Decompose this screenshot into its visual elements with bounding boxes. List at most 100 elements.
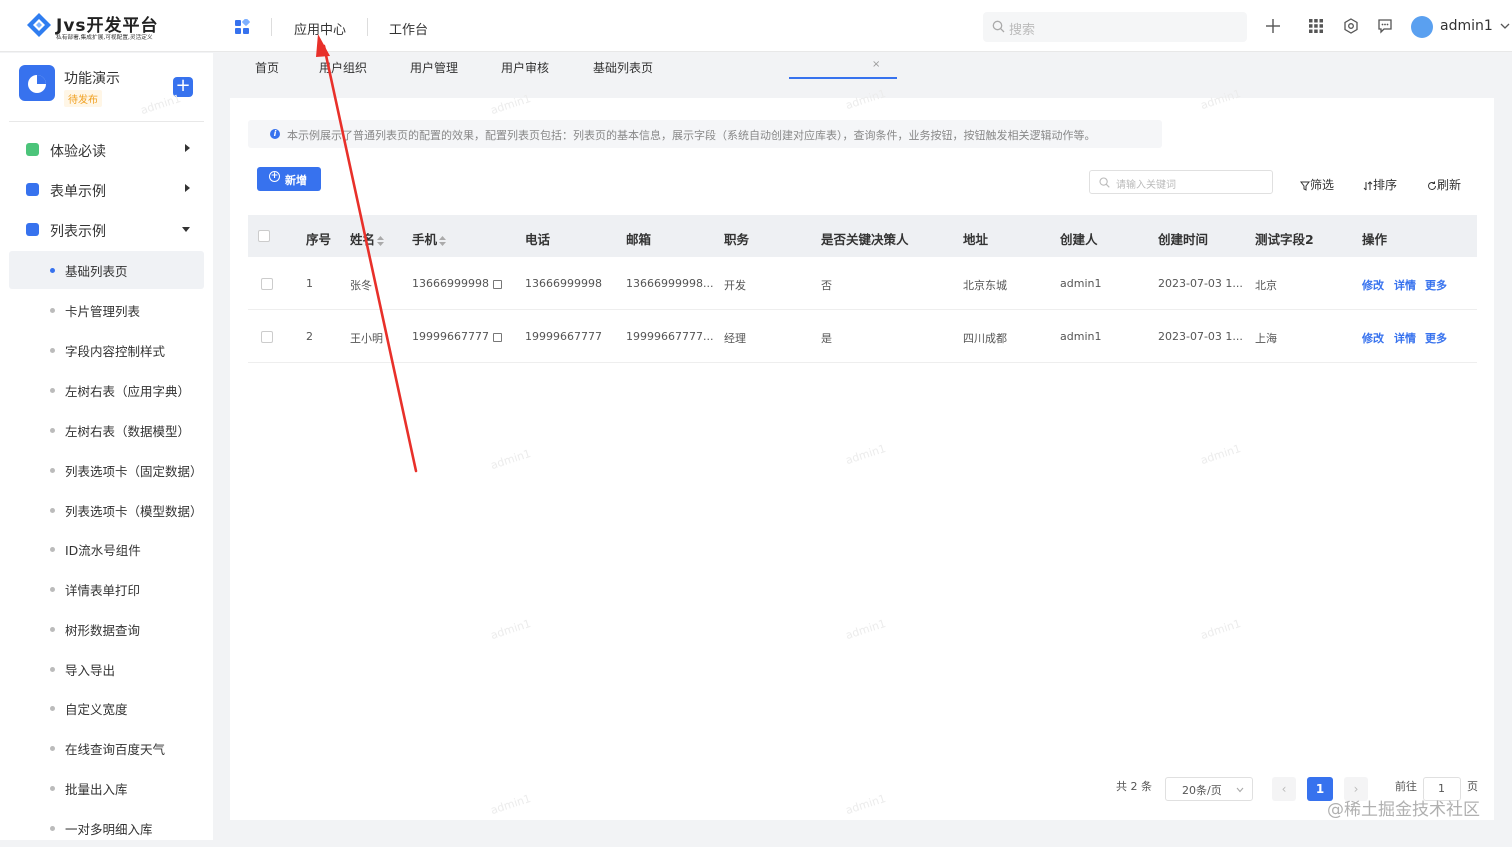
sidebar-divider bbox=[9, 121, 204, 122]
page-tabs: 首页 用户组织 用户管理 用户审核 基础列表页 × bbox=[213, 53, 1512, 81]
col-actions: 操作 bbox=[1362, 232, 1388, 247]
detail-link[interactable]: 详情 bbox=[1394, 277, 1416, 293]
plus-icon[interactable] bbox=[1265, 18, 1281, 34]
detail-link[interactable]: 详情 bbox=[1394, 330, 1416, 346]
filter-icon bbox=[1300, 181, 1310, 191]
sort-caret-icon bbox=[377, 235, 385, 246]
tab-home[interactable]: 首页 bbox=[255, 59, 279, 76]
sidebar-item-tree-query[interactable]: 树形数据查询 bbox=[9, 610, 204, 648]
sidebar-item-label: 列表选项卡（模型数据） bbox=[65, 504, 203, 519]
sort-button[interactable]: 排序 bbox=[1363, 176, 1397, 193]
page-size-select[interactable]: 20条/页 bbox=[1165, 777, 1253, 801]
message-icon[interactable] bbox=[1377, 18, 1393, 34]
copy-icon[interactable] bbox=[492, 332, 502, 342]
sidebar-item-tree-dict[interactable]: 左树右表（应用字典） bbox=[9, 371, 204, 409]
cell-created: 2023-07-03 1... bbox=[1158, 277, 1243, 290]
tab-user-review[interactable]: 用户审核 bbox=[501, 59, 549, 76]
sidebar-item-field-style[interactable]: 字段内容控制样式 bbox=[9, 331, 204, 369]
more-link[interactable]: 更多 bbox=[1425, 330, 1447, 346]
cell-test2: 北京 bbox=[1255, 279, 1277, 292]
table-row[interactable]: 1 张冬 13666999998 13666999998 13666999998… bbox=[248, 257, 1477, 310]
bullet-icon bbox=[50, 308, 55, 313]
edit-link[interactable]: 修改 bbox=[1362, 330, 1384, 346]
select-all-checkbox[interactable] bbox=[258, 230, 270, 242]
col-test2: 测试字段2 bbox=[1255, 232, 1314, 247]
gear-icon[interactable] bbox=[1343, 18, 1359, 34]
bullet-icon bbox=[50, 468, 55, 473]
bullet-icon bbox=[50, 508, 55, 513]
cell-title: 开发 bbox=[724, 279, 746, 292]
edit-link[interactable]: 修改 bbox=[1362, 277, 1384, 293]
sidebar-group-form-examples[interactable]: 表单示例 bbox=[9, 171, 204, 209]
app-switch-icon[interactable] bbox=[234, 19, 250, 35]
user-menu[interactable]: admin1 bbox=[1440, 18, 1510, 34]
sidebar-item-label: 自定义宽度 bbox=[65, 702, 128, 717]
nav-divider bbox=[367, 18, 368, 36]
logo[interactable]: Jvs开发平台 私有部署,集成扩展,可视配置,灵活定义 bbox=[26, 10, 186, 44]
add-button[interactable]: + 新增 bbox=[257, 167, 321, 191]
top-bar: Jvs开发平台 私有部署,集成扩展,可视配置,灵活定义 应用中心 工作台 搜索 … bbox=[0, 0, 1512, 52]
row-checkbox[interactable] bbox=[261, 331, 273, 343]
close-icon[interactable]: × bbox=[872, 59, 880, 70]
tab-user-manage[interactable]: 用户管理 bbox=[410, 59, 458, 76]
sidebar-item-label: 列表选项卡（固定数据） bbox=[65, 464, 203, 479]
sidebar-item-tabs-model[interactable]: 列表选项卡（模型数据） bbox=[9, 491, 204, 529]
sidebar-item-card-list[interactable]: 卡片管理列表 bbox=[9, 291, 204, 329]
app-name: 功能演示 bbox=[64, 71, 120, 87]
bullet-icon bbox=[50, 587, 55, 592]
prev-page-button[interactable]: ‹ bbox=[1272, 777, 1296, 801]
filter-button[interactable]: 筛选 bbox=[1300, 176, 1334, 193]
sidebar-item-one-to-many[interactable]: 一对多明细入库 bbox=[9, 809, 204, 847]
page-size-value: 20条/页 bbox=[1182, 784, 1222, 797]
tab-basic-list[interactable]: 基础列表页 bbox=[593, 59, 653, 76]
chevron-down-icon bbox=[1500, 23, 1510, 29]
col-title: 职务 bbox=[724, 232, 750, 247]
sidebar-item-custom-width[interactable]: 自定义宽度 bbox=[9, 689, 204, 727]
watermark: admin1 bbox=[1199, 441, 1243, 468]
chevron-right-icon bbox=[185, 144, 190, 152]
col-key-decision: 是否关键决策人 bbox=[821, 232, 909, 247]
nav-app-center[interactable]: 应用中心 bbox=[294, 19, 346, 38]
sidebar-item-import-export[interactable]: 导入导出 bbox=[9, 650, 204, 688]
copy-icon[interactable] bbox=[492, 279, 502, 289]
global-search-input[interactable]: 搜索 bbox=[983, 12, 1247, 42]
watermark: admin1 bbox=[489, 791, 533, 818]
sidebar-item-tree-model[interactable]: 左树右表（数据模型） bbox=[9, 411, 204, 449]
info-notice: i 本示例展示了普通列表页的配置的效果，配置列表页包括：列表页的基本信息，展示字… bbox=[248, 120, 1162, 148]
col-mobile-label: 手机 bbox=[412, 232, 438, 247]
grid-icon[interactable] bbox=[1308, 18, 1324, 34]
tab-user-org[interactable]: 用户组织 bbox=[319, 59, 367, 76]
sidebar-item-tabs-fixed[interactable]: 列表选项卡（固定数据） bbox=[9, 451, 204, 489]
cell-no: 2 bbox=[306, 330, 313, 343]
col-phone: 电话 bbox=[525, 232, 551, 247]
refresh-button[interactable]: 刷新 bbox=[1427, 176, 1461, 193]
sidebar-group-experience[interactable]: 体验必读 bbox=[9, 131, 204, 169]
col-name-label: 姓名 bbox=[350, 232, 376, 247]
sidebar-item-id-serial[interactable]: ID流水号组件 bbox=[9, 530, 204, 568]
sidebar-item-print[interactable]: 详情表单打印 bbox=[9, 570, 204, 608]
sidebar-group-label: 列表示例 bbox=[50, 224, 106, 240]
chevron-down-icon bbox=[182, 227, 190, 232]
bullet-icon bbox=[50, 627, 55, 632]
sidebar-item-label: ID流水号组件 bbox=[65, 543, 141, 558]
keyword-search-input[interactable]: 请输入关键词 bbox=[1089, 170, 1273, 194]
cell-mobile: 19999667777 bbox=[412, 330, 502, 343]
sidebar-item-batch-stock[interactable]: 批量出入库 bbox=[9, 769, 204, 807]
row-checkbox[interactable] bbox=[261, 278, 273, 290]
nav-workbench[interactable]: 工作台 bbox=[389, 19, 428, 38]
table-row[interactable]: 2 王小明 19999667777 19999667777 1999966777… bbox=[248, 310, 1477, 363]
sidebar-group-list-examples[interactable]: 列表示例 bbox=[9, 211, 204, 249]
watermark: admin1 bbox=[489, 91, 533, 118]
cell-no: 1 bbox=[306, 277, 313, 290]
col-mobile[interactable]: 手机 bbox=[412, 229, 447, 248]
sidebar-item-weather[interactable]: 在线查询百度天气 bbox=[9, 729, 204, 767]
watermark: admin1 bbox=[489, 446, 533, 473]
watermark: admin1 bbox=[489, 616, 533, 643]
avatar[interactable] bbox=[1411, 16, 1433, 38]
col-name[interactable]: 姓名 bbox=[350, 229, 385, 248]
more-link[interactable]: 更多 bbox=[1425, 277, 1447, 293]
search-placeholder: 搜索 bbox=[1009, 23, 1036, 38]
sidebar-item-basic-list[interactable]: 基础列表页 bbox=[9, 251, 204, 289]
bullet-icon bbox=[50, 268, 55, 273]
bullet-icon bbox=[50, 826, 55, 831]
